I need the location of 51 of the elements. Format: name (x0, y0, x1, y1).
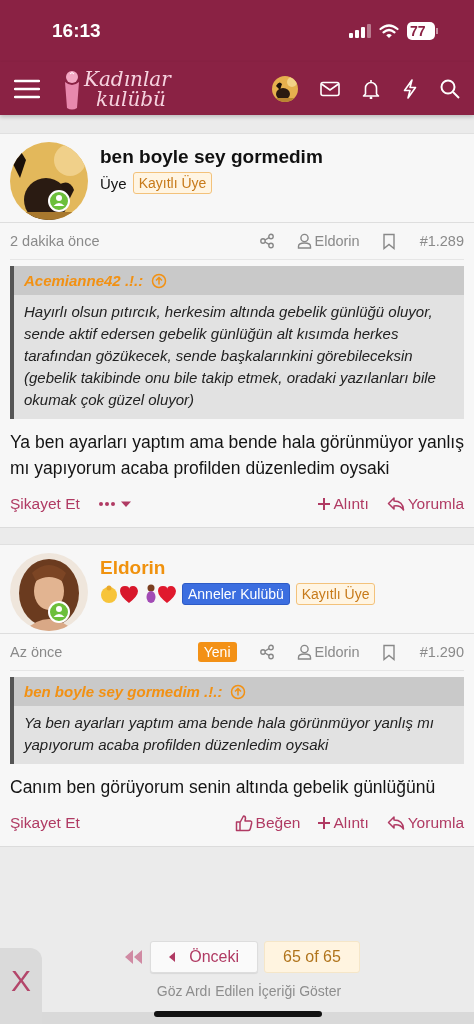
user-badge: Kayıtlı Üye (132, 172, 213, 194)
post-number[interactable]: #1.289 (419, 233, 464, 249)
clock-time: 16:13 (52, 20, 102, 42)
quote-author: Acemianne42 .!.: (24, 272, 144, 289)
menu-icon[interactable] (14, 78, 40, 99)
report-link[interactable]: Şikayet Et (10, 495, 80, 513)
bookmark-icon[interactable] (381, 232, 396, 250)
lightning-bolt-icon[interactable] (402, 78, 418, 99)
new-label: Yeni (197, 642, 237, 662)
bell-icon[interactable] (362, 78, 380, 99)
reply-button[interactable]: Yorumla (386, 495, 464, 513)
search-icon[interactable] (440, 78, 460, 99)
user-badge: Kayıtlı Üye (295, 583, 376, 605)
share-icon[interactable] (258, 644, 275, 660)
bookmark-icon[interactable] (381, 643, 396, 661)
post-time: 2 dakika önce (10, 233, 101, 249)
post-number[interactable]: #1.290 (419, 644, 464, 660)
author-name[interactable]: ben boyle sey gormedim (100, 146, 323, 168)
thumbs-up-icon (234, 814, 253, 832)
more-menu-icon[interactable] (97, 499, 132, 509)
post-text: Ya ben ayarları yaptım ama bende hala görünmüyor yanlış mı yapıyorum acaba profilden düzenledim oysaki (9, 431, 465, 480)
user-title: Üye (100, 174, 127, 192)
caret-left-icon (169, 952, 176, 962)
wifi-icon (379, 24, 399, 38)
show-ignored-link[interactable]: Göz Ardı Edilen İçeriği Göster (156, 983, 342, 999)
battery-level: 77 (407, 22, 435, 40)
plus-icon (318, 498, 331, 510)
post-time: Az önce (10, 644, 64, 660)
reply-icon (386, 496, 405, 512)
reply-button[interactable]: Yorumla (386, 814, 464, 832)
site-logo[interactable]: Kadınlar kulübü (84, 68, 171, 109)
quote-text: Hayırlı olsun pıtırcık, herkesim altında gebelik günlüğü oluyor, sende aktif edersen gebelik günlüğün alt kısımda herkes tarafından gözükecek, sende başkalarınkini görebileceksin (gebelik takibinde onu bile takip etmek, oradaki yazılanları bile okumak çok güzel oluyor) (23, 302, 437, 410)
quote-text: Ya ben ayarları yaptım ama bende hala görünmüyor yanlış mı yapıyorum acaba profilden düzenledim oysaki (22, 713, 435, 755)
user-icon (296, 233, 312, 249)
reply-icon (386, 815, 405, 831)
mail-icon[interactable] (320, 80, 340, 97)
plus-icon (318, 817, 331, 829)
share-icon[interactable] (258, 233, 275, 249)
like-button[interactable]: Beğen (234, 814, 301, 832)
quote-author: ben boyle sey gormedim .!.: (24, 683, 223, 700)
user-icon (296, 644, 312, 660)
signal-icon (349, 24, 371, 38)
user-badge: Anneler Kulübü (182, 583, 290, 605)
user-link[interactable]: Eldorin (296, 233, 360, 249)
report-link[interactable]: Şikayet Et (10, 814, 80, 832)
user-link[interactable]: Eldorin (296, 644, 360, 660)
post-text: Canım ben görüyorum senin altında gebelik günlüğünü (9, 776, 437, 799)
previous-button[interactable]: Önceki (150, 941, 258, 973)
quote-button[interactable]: Alıntı (318, 495, 369, 513)
quote-button[interactable]: Alıntı (318, 814, 369, 832)
page-indicator: 65 of 65 (264, 941, 360, 973)
